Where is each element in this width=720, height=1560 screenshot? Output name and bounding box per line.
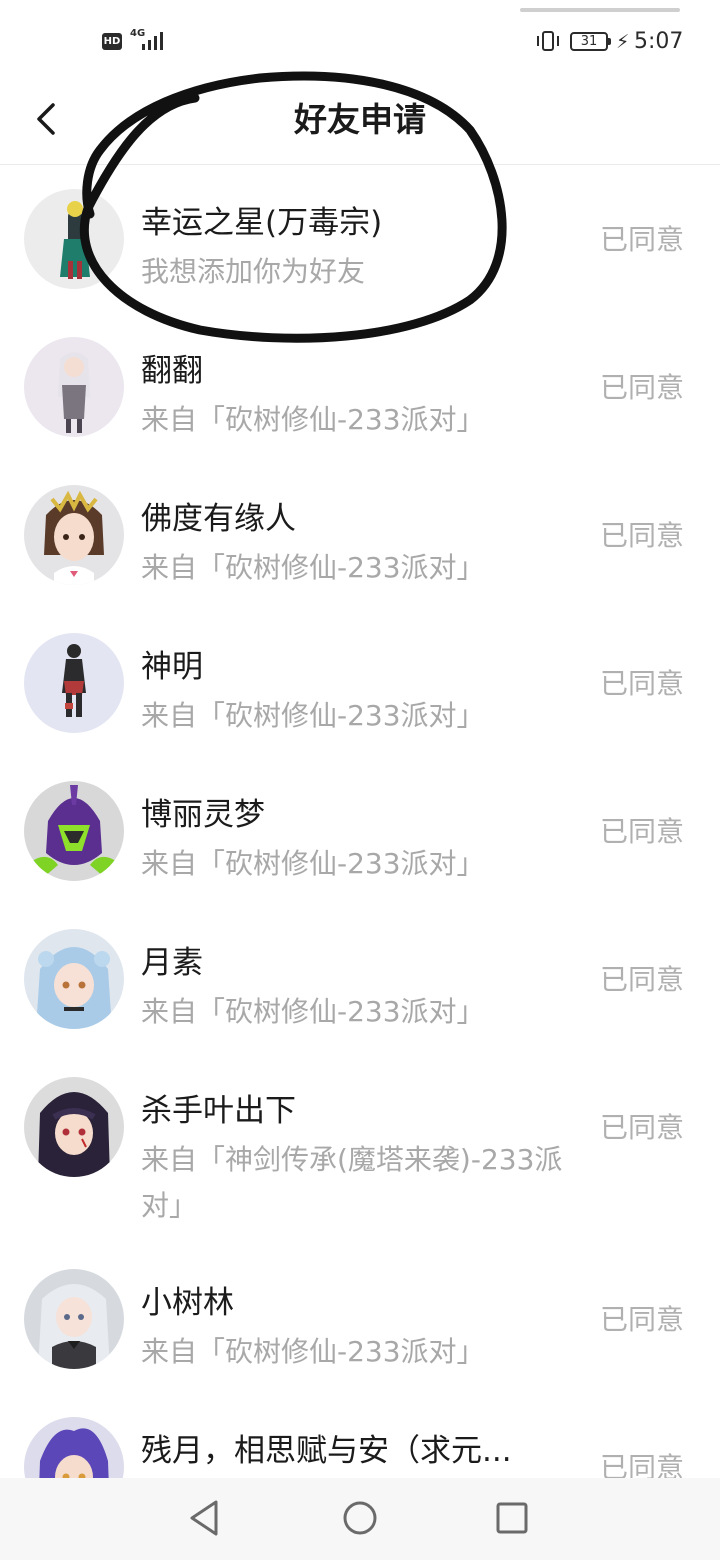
requester-name: 小树林 [141, 1285, 234, 1321]
avatar[interactable] [24, 337, 124, 437]
status-label: 已同意 [600, 519, 685, 552]
signal-icon [142, 32, 163, 50]
friend-request-list: 幸运之星(万毒宗) 我想添加你为好友 已同意 翻翻 来自「砍树修仙-233派对」… [0, 165, 720, 1541]
status-bar: HD 4G 31 ⚡ 5:07 [0, 0, 720, 80]
avatar[interactable] [24, 1269, 124, 1369]
avatar[interactable] [24, 633, 124, 733]
list-item[interactable]: 杀手叶出下 来自「神剑传承(魔塔来袭)-233派对」 已同意 [0, 1053, 720, 1245]
request-source: 来自「砍树修仙-233派对」 [141, 699, 485, 732]
system-nav-bar [0, 1478, 720, 1560]
hd-badge: HD [102, 33, 122, 50]
list-item[interactable]: 神明 来自「砍树修仙-233派对」 已同意 [0, 609, 720, 757]
avatar[interactable] [24, 485, 124, 585]
request-message: 我想添加你为好友 [141, 255, 366, 288]
app-header: 好友申请 [0, 80, 720, 165]
list-item[interactable]: 月素 来自「砍树修仙-233派对」 已同意 [0, 905, 720, 1053]
request-source: 来自「砍树修仙-233派对」 [141, 995, 485, 1028]
avatar[interactable] [24, 929, 124, 1029]
requester-name: 幸运之星(万毒宗) [141, 205, 383, 241]
avatar[interactable] [24, 781, 124, 881]
list-item[interactable]: 翻翻 来自「砍树修仙-233派对」 已同意 [0, 313, 720, 461]
page-title: 好友申请 [294, 100, 426, 139]
status-label: 已同意 [600, 1111, 685, 1144]
status-label: 已同意 [600, 815, 685, 848]
status-label: 已同意 [600, 371, 685, 404]
requester-name: 神明 [141, 649, 203, 685]
triangle-back-icon[interactable] [184, 1496, 228, 1540]
status-label: 已同意 [600, 963, 685, 996]
requester-name: 博丽灵梦 [141, 797, 265, 833]
list-item[interactable]: 博丽灵梦 来自「砍树修仙-233派对」 已同意 [0, 757, 720, 905]
requester-name: 残月，相思赋与安（求元... [141, 1433, 512, 1469]
avatar[interactable] [24, 1077, 124, 1177]
requester-name: 月素 [141, 945, 203, 981]
requester-name: 翻翻 [141, 353, 203, 389]
list-item[interactable]: 幸运之星(万毒宗) 我想添加你为好友 已同意 [0, 165, 720, 313]
circle-home-icon[interactable] [338, 1496, 382, 1540]
chevron-left-icon[interactable] [20, 92, 74, 146]
avatar[interactable] [24, 189, 124, 289]
square-recents-icon[interactable] [490, 1496, 534, 1540]
vibrate-icon [537, 31, 559, 51]
request-source: 来自「神剑传承(魔塔来袭)-233派对」 [141, 1143, 563, 1222]
request-source: 来自「砍树修仙-233派对」 [141, 403, 485, 436]
request-source: 来自「砍树修仙-233派对」 [141, 1335, 485, 1368]
list-item[interactable]: 佛度有缘人 来自「砍树修仙-233派对」 已同意 [0, 461, 720, 609]
top-handle [520, 8, 680, 12]
request-source: 来自「砍树修仙-233派对」 [141, 551, 485, 584]
status-time: 5:07 [634, 29, 684, 54]
requester-name: 佛度有缘人 [141, 501, 296, 537]
status-label: 已同意 [600, 223, 685, 256]
status-label: 已同意 [600, 667, 685, 700]
list-item[interactable]: 小树林 来自「砍树修仙-233派对」 已同意 [0, 1245, 720, 1393]
requester-name: 杀手叶出下 [141, 1093, 296, 1129]
charging-icon: ⚡ [616, 31, 630, 53]
battery-indicator: 31 [570, 32, 611, 51]
status-label: 已同意 [600, 1303, 685, 1336]
request-source: 来自「砍树修仙-233派对」 [141, 847, 485, 880]
